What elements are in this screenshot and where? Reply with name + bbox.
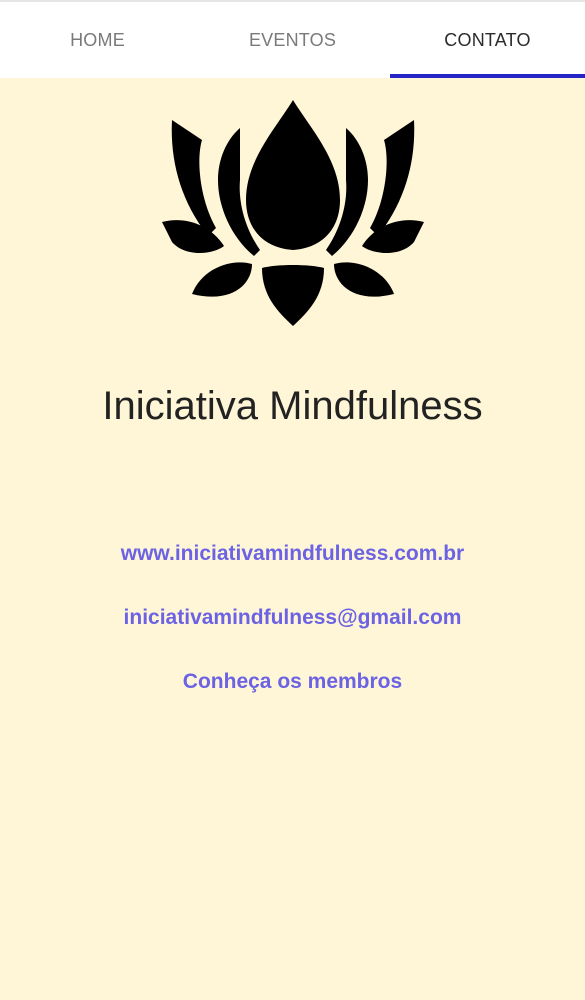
tab-bar: HOME EVENTOS CONTATO: [0, 0, 585, 78]
page-title: Iniciativa Mindfulness: [102, 384, 483, 428]
lotus-icon: [162, 100, 424, 326]
contact-page: Iniciativa Mindfulness www.iniciativamin…: [0, 78, 585, 1000]
email-link[interactable]: iniciativamindfulness@gmail.com: [0, 606, 585, 630]
tab-contato[interactable]: CONTATO: [390, 2, 585, 78]
website-link[interactable]: www.iniciativamindfulness.com.br: [0, 542, 585, 566]
tab-home[interactable]: HOME: [0, 2, 195, 78]
members-link[interactable]: Conheça os membros: [0, 670, 585, 694]
tab-eventos[interactable]: EVENTOS: [195, 2, 390, 78]
